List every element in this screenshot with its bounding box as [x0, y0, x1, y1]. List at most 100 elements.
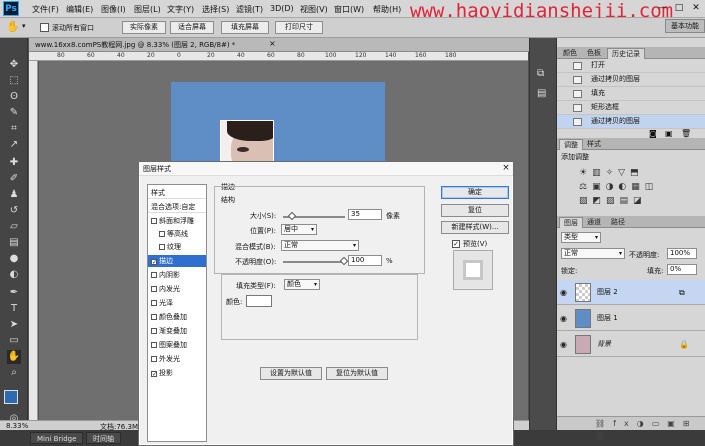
workspace-switcher[interactable]: 基本功能 — [665, 19, 705, 33]
style-checkbox[interactable] — [151, 286, 157, 292]
blend-options-item[interactable]: 混合选项:自定 — [148, 201, 206, 213]
menu-3d[interactable]: 3D(D) — [270, 4, 294, 13]
blend-mode-select[interactable]: 正常 ▾ — [561, 248, 625, 259]
menu-edit[interactable]: 编辑(E) — [66, 4, 93, 15]
make-default-button[interactable]: 设置为默认值 — [260, 367, 322, 380]
style-checkbox[interactable] — [151, 314, 157, 320]
adjustment-icons[interactable]: ☀▥✧▽⬒ ⚖▣◑◐▦◫ ▧◩▨▤◪ — [579, 166, 689, 206]
style-item-gradient-overlay[interactable]: 渐变叠加 — [148, 325, 206, 337]
tab-history[interactable]: 历史记录 — [607, 48, 645, 59]
healing-brush-tool-icon[interactable]: ✚ — [7, 156, 21, 170]
menu-file[interactable]: 文件(F) — [32, 4, 59, 15]
tab-color[interactable]: 颜色 — [559, 48, 581, 59]
layer-effects-icon[interactable]: ⧉ — [679, 280, 685, 305]
layer-row[interactable]: ◉ 图层 2 ⧉ — [557, 280, 705, 305]
style-item-contour[interactable]: 等高线 — [148, 228, 206, 240]
opacity-input[interactable]: 100 — [348, 255, 382, 266]
fill-field[interactable]: 0% — [667, 264, 697, 275]
trash-icon[interactable]: 🗑 — [681, 129, 691, 138]
style-checkbox[interactable] — [151, 328, 157, 334]
print-size-button[interactable]: 打印尺寸 — [275, 21, 323, 34]
blend-mode-select[interactable]: 正常 ▾ — [281, 240, 359, 251]
reset-button[interactable]: 复位 — [441, 204, 509, 217]
new-style-button[interactable]: 新建样式(W)... — [441, 221, 509, 234]
quick-select-tool-icon[interactable]: ✎ — [7, 106, 21, 120]
style-item-pattern-overlay[interactable]: 图案叠加 — [148, 339, 206, 351]
opacity-slider[interactable] — [283, 261, 345, 263]
move-tool-icon[interactable]: ✥ — [7, 58, 21, 72]
hand-tool-icon[interactable]: ✋ — [7, 350, 21, 364]
stroke-color-swatch[interactable] — [246, 295, 272, 307]
style-checkbox[interactable] — [159, 244, 165, 250]
tab-mini-bridge[interactable]: Mini Bridge — [30, 432, 84, 444]
history-panel-icon[interactable]: ⧉ — [537, 68, 544, 79]
tool-preset-arrow-icon[interactable]: ▾ — [22, 22, 26, 30]
style-checkbox[interactable] — [159, 231, 165, 237]
crop-tool-icon[interactable]: ⌗ — [7, 122, 21, 136]
position-select[interactable]: 居中 ▾ — [281, 224, 317, 235]
actual-pixels-button[interactable]: 实际像素 — [122, 21, 166, 34]
camera-icon[interactable]: ▣ — [665, 129, 673, 138]
tab-swatches[interactable]: 色板 — [583, 48, 605, 59]
tab-layers[interactable]: 图层 — [559, 217, 583, 228]
visibility-eye-icon[interactable]: ◉ — [560, 288, 569, 297]
tab-timeline[interactable]: 时间轴 — [86, 432, 121, 444]
document-tab-close-icon[interactable]: × — [269, 39, 276, 48]
hand-tool-icon[interactable]: ✋ — [6, 21, 20, 33]
type-tool-icon[interactable]: T — [7, 302, 21, 316]
history-item[interactable]: 打开 — [557, 59, 705, 73]
style-checkbox[interactable] — [151, 218, 157, 224]
snapshot-icon[interactable]: ◙ — [649, 129, 657, 138]
foreground-color-swatch[interactable] — [4, 390, 18, 404]
style-checkbox-checked[interactable]: ✓ — [151, 259, 157, 266]
style-checkbox[interactable] — [151, 356, 157, 362]
menu-image[interactable]: 图像(I) — [101, 4, 126, 15]
path-select-tool-icon[interactable]: ➤ — [7, 318, 21, 332]
style-item-inner-shadow[interactable]: 内阴影 — [148, 269, 206, 281]
blur-tool-icon[interactable]: ● — [7, 252, 21, 266]
shape-tool-icon[interactable]: ▭ — [7, 334, 21, 348]
layer-row[interactable]: ◉ 背景 🔒 — [557, 332, 705, 357]
pen-tool-icon[interactable]: ✒ — [7, 286, 21, 300]
tab-styles[interactable]: 样式 — [583, 139, 605, 150]
layer-filter-select[interactable]: 类型 ▾ — [561, 232, 601, 243]
visibility-eye-icon[interactable]: ◉ — [560, 340, 569, 349]
menu-help[interactable]: 帮助(H) — [373, 4, 401, 15]
properties-panel-icon[interactable]: ▤ — [537, 88, 546, 99]
opacity-slider-handle[interactable] — [339, 256, 349, 266]
close-icon[interactable]: ✕ — [688, 1, 704, 16]
scroll-all-checkbox[interactable] — [40, 23, 49, 32]
size-slider-handle[interactable] — [287, 211, 297, 221]
history-item[interactable]: 矩形选框 — [557, 101, 705, 115]
style-item-stroke[interactable]: ✓ 描边 — [148, 255, 206, 267]
history-item[interactable]: 填充 — [557, 87, 705, 101]
style-checkbox[interactable] — [151, 342, 157, 348]
ok-button[interactable]: 确定 — [441, 186, 509, 199]
preview-checkbox[interactable]: ✓ — [452, 240, 460, 248]
opacity-field[interactable]: 100% — [667, 248, 697, 259]
tab-paths[interactable]: 路径 — [607, 217, 629, 228]
style-checkbox-checked[interactable]: ✓ — [151, 371, 157, 378]
minimize-icon[interactable]: — — [654, 1, 670, 16]
tab-adjustments[interactable]: 调整 — [559, 139, 583, 150]
lasso-tool-icon[interactable]: ʘ — [7, 90, 21, 104]
menu-filter[interactable]: 滤镜(T) — [236, 4, 263, 15]
history-brush-tool-icon[interactable]: ↺ — [7, 204, 21, 218]
style-item-texture[interactable]: 纹理 — [148, 241, 206, 253]
style-item-drop-shadow[interactable]: ✓ 投影 — [148, 367, 206, 379]
style-item-outer-glow[interactable]: 外发光 — [148, 353, 206, 365]
menu-select[interactable]: 选择(S) — [202, 4, 229, 15]
close-icon[interactable]: × — [500, 162, 512, 175]
menu-view[interactable]: 视图(V) — [300, 4, 328, 15]
maximize-icon[interactable]: □ — [671, 1, 687, 16]
history-item[interactable]: 通过拷贝的图层 — [557, 115, 705, 129]
size-input[interactable]: 35 — [348, 209, 382, 220]
menu-window[interactable]: 窗口(W) — [334, 4, 364, 15]
document-tab[interactable]: www.16xx8.comPS教程网.jpg @ 8.33% (图层 2, RG… — [29, 38, 529, 52]
gradient-tool-icon[interactable]: ▤ — [7, 236, 21, 250]
brush-tool-icon[interactable]: ✐ — [7, 172, 21, 186]
fill-type-select[interactable]: 颜色 ▾ — [284, 279, 320, 290]
style-checkbox[interactable] — [151, 300, 157, 306]
zoom-level[interactable]: 8.33% — [6, 422, 28, 430]
style-item-satin[interactable]: 光泽 — [148, 297, 206, 309]
